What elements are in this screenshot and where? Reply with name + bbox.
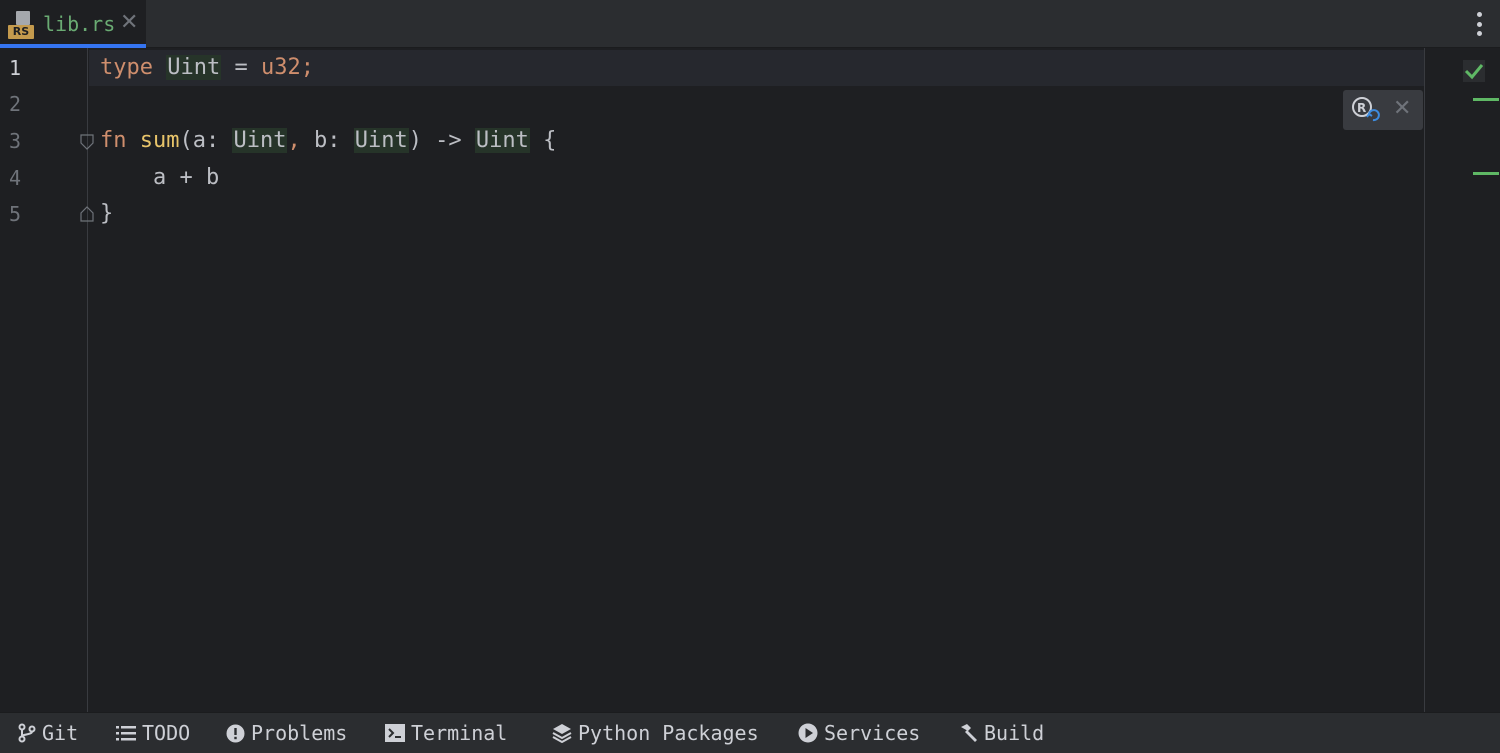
services-icon <box>798 723 818 743</box>
toolwindow-label: Problems <box>251 721 348 745</box>
code-token: sum <box>139 128 180 153</box>
type-reference: Uint <box>232 128 288 153</box>
code-token: b: <box>300 128 354 153</box>
line-number: 2 <box>9 92 22 116</box>
toolwindow-git[interactable]: Git <box>18 713 78 753</box>
toolwindow-label: Git <box>42 721 79 745</box>
toolwindow-problems[interactable]: Problems <box>226 713 347 753</box>
more-options-icon[interactable] <box>1476 12 1482 36</box>
change-marker[interactable] <box>1473 98 1499 101</box>
type-reference: Uint <box>353 128 409 153</box>
svg-text:R: R <box>1357 101 1366 115</box>
line-number: 1 <box>9 56 22 80</box>
problems-icon <box>226 724 245 742</box>
code-token: = <box>221 55 261 80</box>
code-token: u32 <box>260 55 301 80</box>
code-token: (a: <box>179 128 233 153</box>
hammer-icon <box>961 724 977 742</box>
toolwindow-label: TODO <box>142 721 191 745</box>
packages-icon <box>552 724 572 743</box>
code-editor[interactable]: 1 2 3 4 5 type Uint = u32; fn sum(a: Uin… <box>0 48 1500 712</box>
line-number: 4 <box>9 166 22 190</box>
editor-tab-bar: RS lib.rs ✕ <box>0 0 1500 48</box>
type-reference: Uint <box>474 128 530 153</box>
reload-cargo-icon[interactable]: R <box>1351 96 1381 124</box>
code-line-4: a + b <box>100 160 219 196</box>
code-line-5: } <box>100 196 113 232</box>
line-number: 5 <box>9 202 22 226</box>
close-icon[interactable]: ✕ <box>120 10 138 35</box>
code-line-1: type Uint = u32; <box>100 50 314 86</box>
code-line-3: fn sum(a: Uint, b: Uint) -> Uint { <box>100 123 556 159</box>
toolwindow-python-packages[interactable]: Python Packages <box>552 713 759 753</box>
toolwindow-label: Services <box>824 721 921 745</box>
code-token: } <box>100 201 114 226</box>
code-token: a + b <box>100 165 220 190</box>
toolwindow-build[interactable]: Build <box>958 713 1044 753</box>
tool-window-bar: Git TODO Problems Terminal Python Packag… <box>0 712 1500 753</box>
rust-file-icon: RS <box>8 11 36 39</box>
fold-start-icon[interactable] <box>80 134 94 150</box>
code-token: ) -> <box>408 128 475 153</box>
terminal-icon <box>385 724 405 742</box>
type-reference: Uint <box>166 55 222 80</box>
editor-right-margin <box>1424 48 1425 712</box>
toolwindow-label: Build <box>984 721 1045 745</box>
check-icon[interactable] <box>1463 60 1485 82</box>
code-token: { <box>529 128 557 153</box>
code-token: fn <box>100 128 127 153</box>
code-token: , <box>287 128 301 153</box>
change-marker[interactable] <box>1473 172 1499 175</box>
toolwindow-todo[interactable]: TODO <box>116 713 190 753</box>
git-branch-icon <box>18 723 36 743</box>
fold-end-icon[interactable] <box>80 206 94 222</box>
toolwindow-label: Python Packages <box>578 721 759 745</box>
close-icon[interactable]: ✕ <box>1393 96 1411 121</box>
tab-file-name: lib.rs <box>43 12 116 36</box>
list-icon <box>116 726 136 741</box>
reload-project-popup: R ✕ <box>1343 90 1423 130</box>
code-token: type <box>100 55 153 80</box>
toolwindow-services[interactable]: Services <box>798 713 920 753</box>
toolwindow-label: Terminal <box>411 721 508 745</box>
line-number: 3 <box>9 129 22 153</box>
tab-lib-rs[interactable]: RS lib.rs ✕ <box>0 0 146 48</box>
file-icon-label: RS <box>8 25 34 39</box>
code-token: ; <box>300 55 314 80</box>
toolwindow-terminal[interactable]: Terminal <box>385 713 507 753</box>
line-number-gutter[interactable]: 1 2 3 4 5 <box>0 48 94 712</box>
